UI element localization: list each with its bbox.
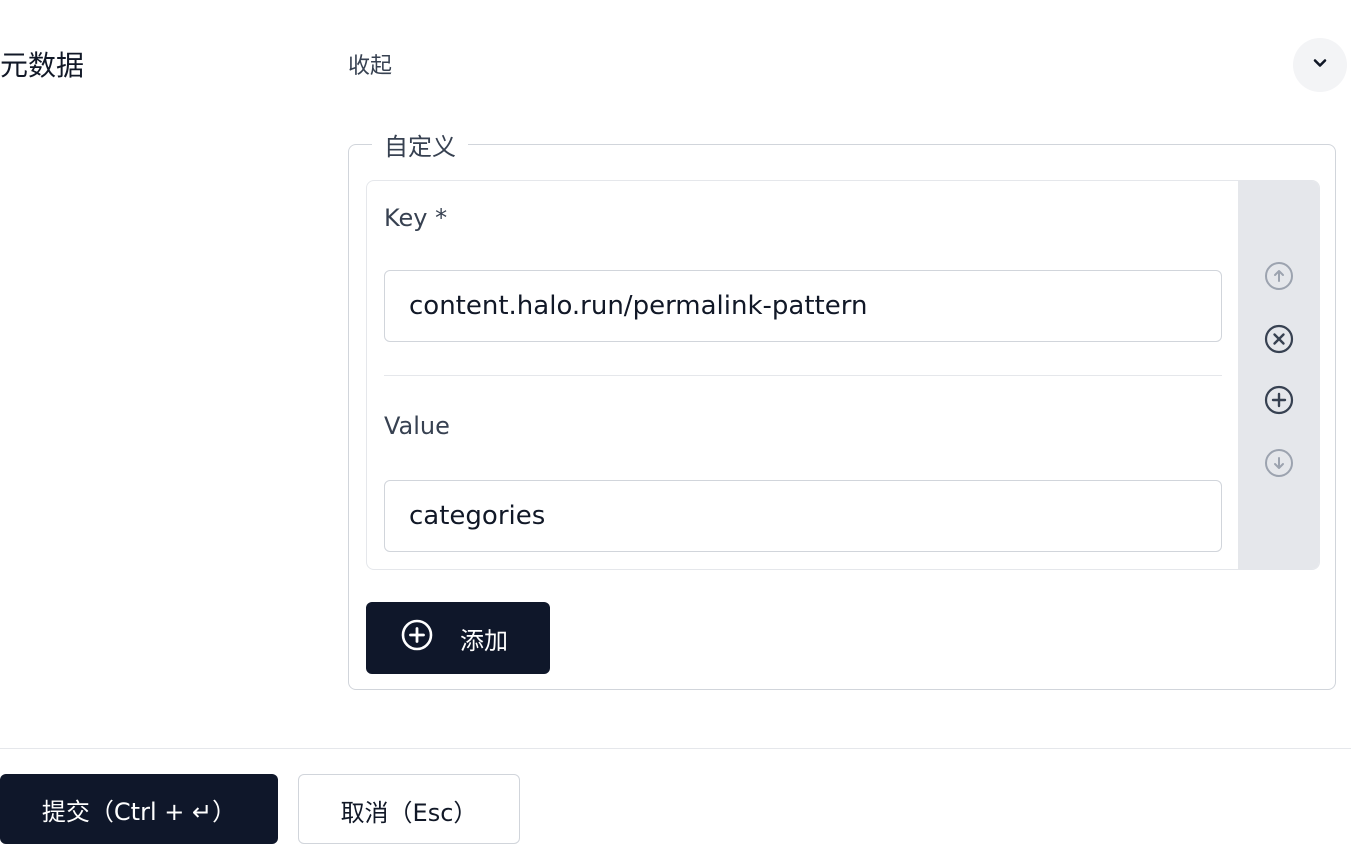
custom-legend: 自定义 bbox=[372, 127, 468, 162]
footer-divider bbox=[0, 748, 1351, 749]
metadata-section-label: 元数据 bbox=[0, 49, 85, 82]
add-button-label: 添加 bbox=[460, 626, 508, 655]
value-input[interactable]: categories bbox=[384, 480, 1222, 552]
plus-circle-icon bbox=[400, 618, 434, 658]
item-divider bbox=[384, 375, 1222, 376]
cancel-button[interactable]: 取消（Esc） bbox=[298, 774, 520, 844]
key-input[interactable]: content.halo.run/permalink-pattern bbox=[384, 270, 1222, 342]
submit-button[interactable]: 提交（Ctrl + ↵） bbox=[0, 774, 278, 844]
collapse-toggle-button[interactable] bbox=[1293, 38, 1347, 92]
plus-circle-icon[interactable] bbox=[1262, 383, 1296, 417]
add-item-button[interactable]: 添加 bbox=[366, 602, 550, 674]
close-circle-icon[interactable] bbox=[1262, 322, 1296, 356]
collapse-label[interactable]: 收起 bbox=[348, 48, 392, 80]
item-actions-panel bbox=[1238, 181, 1319, 569]
chevron-down-icon bbox=[1310, 53, 1330, 77]
move-up-icon[interactable] bbox=[1262, 259, 1296, 293]
key-label: Key * bbox=[384, 204, 448, 232]
value-label: Value bbox=[384, 412, 450, 440]
move-down-icon[interactable] bbox=[1262, 446, 1296, 480]
